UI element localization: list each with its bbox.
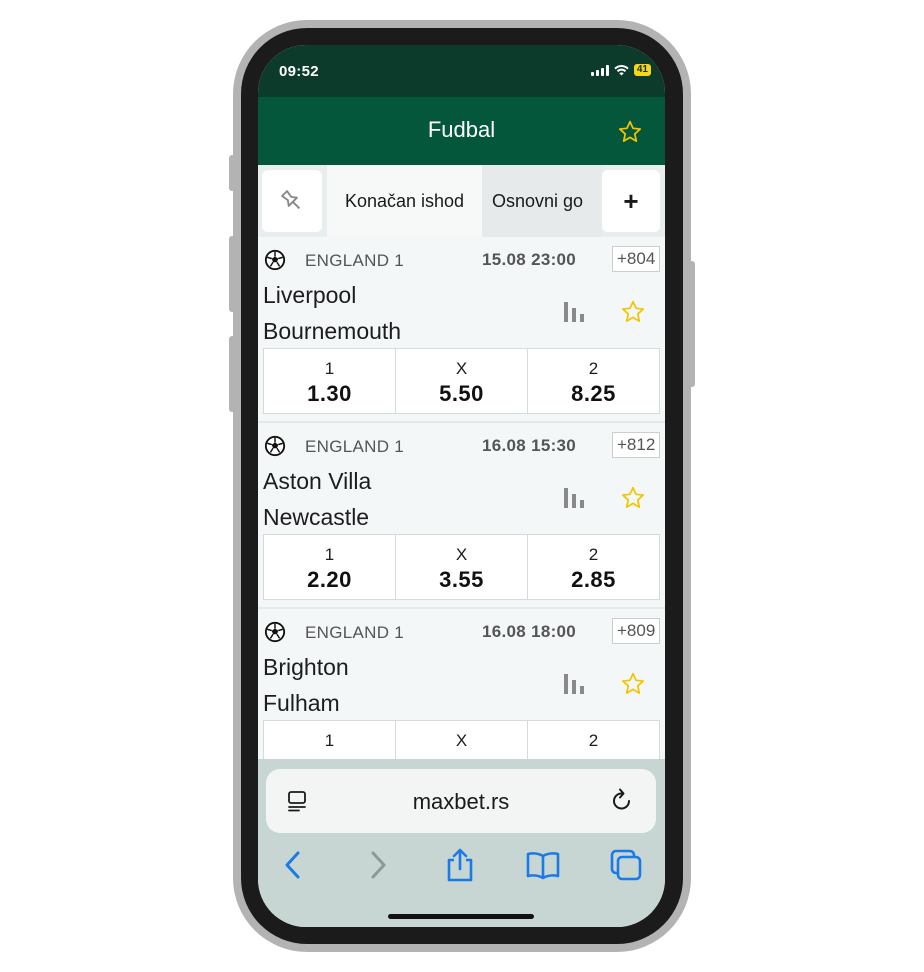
favorite-star-icon[interactable]: [620, 299, 646, 325]
odds-row: 1 2.20 X 3.55 2 2.85: [263, 534, 660, 600]
odd-value: 2.20: [307, 567, 352, 592]
pin-button[interactable]: [262, 170, 322, 232]
odd-home[interactable]: 1 1.30: [264, 349, 396, 413]
soccer-ball-icon: [264, 249, 286, 271]
odd-label: X: [455, 359, 468, 378]
odds-row: 1 X 2: [263, 720, 660, 759]
odd-draw[interactable]: X 5.50: [396, 349, 528, 413]
soccer-ball-icon: [264, 435, 286, 457]
share-icon: [447, 848, 473, 882]
away-team[interactable]: Fulham: [263, 690, 340, 717]
odd-value: 2.85: [571, 567, 616, 592]
odd-label: 2: [588, 545, 599, 564]
league-name: ENGLAND 1: [305, 251, 405, 270]
favorite-star-icon[interactable]: [620, 671, 646, 697]
soccer-ball-icon: [264, 621, 286, 643]
odd-value: 3.55: [439, 567, 484, 592]
odd-label: 2: [588, 731, 599, 750]
odd-draw[interactable]: X: [396, 721, 528, 759]
status-time: 09:52: [279, 63, 319, 80]
odd-label: X: [455, 731, 468, 750]
address-bar[interactable]: maxbet.rs: [266, 769, 656, 833]
tabs-button[interactable]: [606, 845, 646, 885]
browser-toolbar: maxbet.rs: [258, 759, 665, 927]
home-indicator: [388, 914, 534, 919]
book-icon: [526, 852, 560, 880]
tab-osnovni-go[interactable]: Osnovni go: [482, 165, 602, 237]
stats-chart-icon[interactable]: [562, 486, 586, 510]
phone-side-button: [229, 155, 235, 191]
phone-side-button: [229, 336, 235, 412]
odd-value: 5.50: [439, 381, 484, 406]
more-markets-button[interactable]: +812: [612, 432, 660, 458]
bookmarks-button[interactable]: [523, 845, 563, 885]
browser-nav-bar: [258, 845, 665, 885]
pin-icon: [281, 190, 301, 210]
odd-home[interactable]: 1 2.20: [264, 535, 396, 599]
reload-icon[interactable]: [610, 787, 634, 813]
home-team[interactable]: Liverpool: [263, 282, 356, 309]
odd-home[interactable]: 1: [264, 721, 396, 759]
odd-label: 2: [588, 359, 599, 378]
odd-away[interactable]: 2 2.85: [528, 535, 659, 599]
status-bar: 09:52 41: [258, 45, 665, 97]
home-team[interactable]: Brighton: [263, 654, 349, 681]
add-market-button[interactable]: +: [602, 170, 660, 232]
odd-away[interactable]: 2: [528, 721, 659, 759]
signal-icon: [590, 64, 609, 76]
match-card: ENGLAND 1 16.08 15:30 +812 Aston Villa N…: [258, 423, 665, 609]
odd-value: 1.30: [307, 381, 352, 406]
tabs-icon: [610, 849, 642, 881]
stats-chart-icon[interactable]: [562, 672, 586, 696]
favorite-star-icon[interactable]: [620, 485, 646, 511]
odd-draw[interactable]: X 3.55: [396, 535, 528, 599]
wifi-icon: [614, 64, 629, 75]
match-datetime: 15.08 23:00: [482, 250, 577, 269]
status-icons: 41: [590, 64, 651, 76]
share-button[interactable]: [440, 845, 480, 885]
market-tabs: Konačan ishod Osnovni go +: [258, 165, 665, 237]
tab-konacan-ishod[interactable]: Konačan ishod: [327, 165, 482, 237]
match-list: ENGLAND 1 15.08 23:00 +804 Liverpool Bou…: [258, 237, 665, 759]
more-markets-button[interactable]: +809: [612, 618, 660, 644]
chevron-right-icon: [371, 851, 386, 879]
match-datetime: 16.08 15:30: [482, 436, 577, 455]
url-text: maxbet.rs: [412, 789, 510, 814]
odd-away[interactable]: 2 8.25: [528, 349, 659, 413]
odd-label: 1: [324, 359, 335, 378]
back-button[interactable]: [273, 845, 313, 885]
more-markets-button[interactable]: +804: [612, 246, 660, 272]
battery-icon: 41: [633, 64, 651, 76]
odd-label: 1: [324, 545, 335, 564]
league-name: ENGLAND 1: [305, 437, 405, 456]
league-name: ENGLAND 1: [305, 623, 405, 642]
favorite-star-icon[interactable]: [617, 119, 643, 145]
odd-value: 8.25: [571, 381, 616, 406]
page-title: Fudbal: [427, 117, 496, 142]
home-team[interactable]: Aston Villa: [263, 468, 371, 495]
away-team[interactable]: Newcastle: [263, 504, 369, 531]
forward-button[interactable]: [358, 845, 398, 885]
away-team[interactable]: Bournemouth: [263, 318, 401, 345]
match-datetime: 16.08 18:00: [482, 622, 577, 641]
match-card: ENGLAND 1 16.08 18:00 +809 Brighton Fulh…: [258, 609, 665, 759]
phone-screen: 09:52 41 Fudbal Konačan ishod Osnovni go…: [258, 45, 665, 927]
odds-row: 1 1.30 X 5.50 2 8.25: [263, 348, 660, 414]
chevron-left-icon: [285, 851, 300, 879]
odd-label: 1: [324, 731, 335, 750]
odd-label: X: [455, 545, 468, 564]
phone-side-button: [229, 236, 235, 312]
phone-side-button: [689, 261, 695, 387]
stats-chart-icon[interactable]: [562, 300, 586, 324]
match-card: ENGLAND 1 15.08 23:00 +804 Liverpool Bou…: [258, 237, 665, 423]
app-header: Fudbal: [258, 97, 665, 165]
